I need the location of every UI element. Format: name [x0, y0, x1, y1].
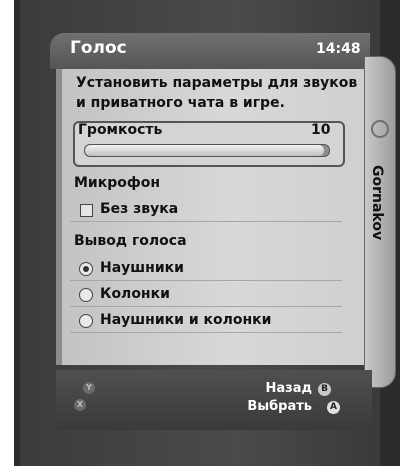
back-label[interactable]: Назад [192, 381, 312, 396]
mute-checkbox[interactable] [80, 204, 93, 217]
volume-label: Громкость [78, 122, 163, 138]
voice-output-option-speakers[interactable]: Колонки [70, 284, 342, 307]
side-tab-label: Gornakov [369, 165, 385, 241]
a-button-icon[interactable]: A [327, 401, 340, 414]
x-button-icon: X [74, 399, 86, 411]
voice-output-option-label: Колонки [100, 286, 170, 302]
select-label[interactable]: Выбрать [192, 399, 312, 414]
volume-value: 10 [311, 122, 331, 138]
radio-unselected-icon [79, 288, 93, 302]
voice-output-label: Вывод голоса [74, 233, 187, 249]
voice-output-option-label: Наушники и колонки [100, 312, 272, 328]
volume-slider-fill [85, 145, 325, 156]
clock: 14:48 [316, 41, 361, 57]
voice-output-option-both[interactable]: Наушники и колонки [70, 310, 342, 333]
mute-label: Без звука [100, 201, 179, 217]
voice-output-option-label: Наушники [100, 260, 184, 276]
radio-selected-icon [79, 262, 93, 276]
radio-unselected-icon [79, 314, 93, 328]
voice-output-option-headphones[interactable]: Наушники [70, 258, 342, 281]
volume-slider[interactable] [84, 144, 330, 157]
microphone-label: Микрофон [74, 175, 161, 191]
y-button-icon: Y [83, 382, 95, 394]
b-button-icon[interactable]: B [318, 383, 331, 396]
page-title: Голос [70, 38, 127, 58]
mute-checkbox-row[interactable]: Без звука [70, 199, 342, 222]
side-tab-ring-icon [371, 120, 389, 138]
page-description: Установить параметры для звуков и приват… [76, 75, 358, 111]
